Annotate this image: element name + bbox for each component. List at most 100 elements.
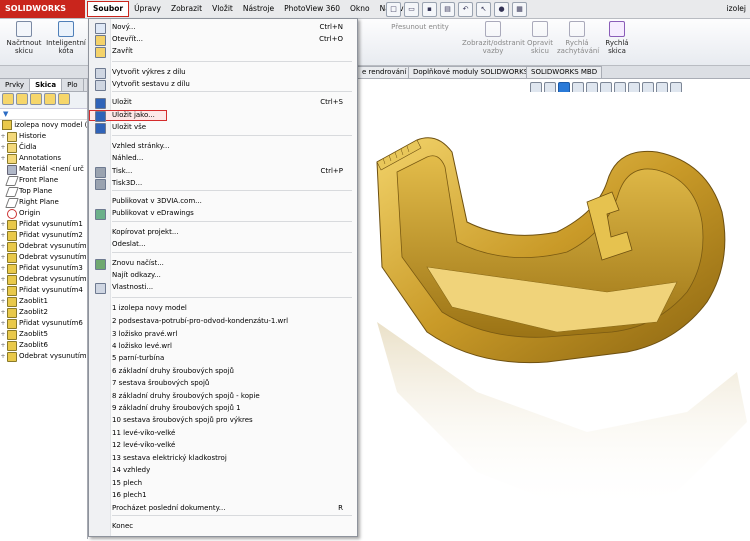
menu-nastroje[interactable]: Nástroje [238, 0, 279, 18]
tree-item[interactable]: Right Plane [0, 197, 87, 208]
tree-item[interactable]: + Čidla [0, 142, 87, 153]
file-menu-item[interactable]: Vlastnosti... [89, 282, 357, 294]
file-menu-item[interactable]: Uložit vše [89, 122, 357, 134]
expand-icon[interactable]: + [0, 252, 6, 263]
tab-features[interactable]: Prvky [0, 79, 31, 91]
tab-addins[interactable]: Doplňkové moduly SOLIDWORKS [408, 66, 534, 78]
tree-item[interactable]: + Zaoblit1 [0, 296, 87, 307]
file-menu-item[interactable]: Uložit Ctrl+S [89, 97, 357, 109]
expand-icon[interactable]: + [0, 340, 6, 351]
print-icon[interactable]: ▤ [440, 2, 455, 17]
expand-icon[interactable]: + [0, 219, 6, 230]
smart-dimension-button[interactable]: Inteligentní kóta [46, 21, 86, 55]
menu-okno[interactable]: Okno [345, 0, 375, 18]
file-menu-item[interactable]: Tisk3D... [89, 178, 357, 190]
expand-icon[interactable]: + [0, 285, 6, 296]
expand-icon[interactable]: + [0, 296, 6, 307]
expand-icon[interactable]: + [0, 351, 6, 362]
file-menu-item[interactable]: Náhled... [89, 153, 357, 164]
tree-item[interactable]: + Odebrat vysunutím [0, 241, 87, 252]
file-menu-item[interactable]: 3 ložisko pravé.wrl [89, 329, 357, 340]
tree-item[interactable]: Front Plane [0, 175, 87, 186]
dimxpert-icon[interactable] [44, 93, 56, 105]
menu-soubor[interactable]: Soubor [87, 1, 130, 17]
tree-item[interactable]: + Zaoblit5 [0, 329, 87, 340]
file-menu-item[interactable]: Vytvořit sestavu z dílu [89, 79, 357, 91]
file-menu-item[interactable]: Tisk... Ctrl+P [89, 166, 357, 178]
file-menu-item[interactable]: Zavřít [89, 46, 357, 58]
file-menu-item[interactable]: Publikovat v 3DVIA.com... [89, 196, 357, 207]
traffic-light-icon[interactable]: ● [494, 2, 509, 17]
tab-surfaces[interactable]: Plo [62, 79, 84, 91]
save-icon[interactable]: ▪ [422, 2, 437, 17]
expand-icon[interactable]: + [0, 263, 6, 274]
tree-root[interactable]: izolepa novy model ( [0, 120, 87, 131]
file-menu-item[interactable]: 11 levé-víko-velké [89, 428, 357, 439]
expand-icon[interactable]: + [0, 153, 6, 164]
file-menu-item[interactable]: Konec [89, 521, 357, 532]
tree-item[interactable]: + Odebrat vysunutím [0, 274, 87, 285]
expand-icon[interactable]: + [0, 230, 6, 241]
file-menu-item[interactable]: 7 sestava šroubových spojů [89, 378, 357, 389]
new-icon[interactable]: □ [386, 2, 401, 17]
feature-tree-icon[interactable] [2, 93, 14, 105]
options-icon[interactable]: ▦ [512, 2, 527, 17]
menu-upravy[interactable]: Úpravy [129, 0, 166, 18]
display-manager-icon[interactable] [58, 93, 70, 105]
save-as-menu-item[interactable]: Uložit jako... [89, 110, 167, 122]
expand-icon[interactable]: + [0, 307, 6, 318]
file-menu-item[interactable]: 16 plech1 [89, 490, 357, 501]
menu-zobrazit[interactable]: Zobrazit [166, 0, 207, 18]
expand-icon[interactable]: + [0, 318, 6, 329]
file-menu-item[interactable]: Znovu načíst... [89, 258, 357, 270]
file-menu-item[interactable]: 15 plech [89, 478, 357, 489]
file-menu-item[interactable]: Najít odkazy... [89, 270, 357, 281]
tree-item[interactable]: Materiál <není urč [0, 164, 87, 175]
tree-item[interactable]: + Odebrat vysunutím [0, 351, 87, 362]
file-menu-item[interactable]: Odeslat... [89, 239, 357, 250]
file-menu-item[interactable]: Vzhled stránky... [89, 141, 357, 152]
tree-item[interactable]: + Zaoblit2 [0, 307, 87, 318]
tree-item[interactable]: + Zaoblit6 [0, 340, 87, 351]
file-menu-item[interactable]: 8 základní druhy šroubových spojů - kopi… [89, 391, 357, 402]
select-icon[interactable]: ↖ [476, 2, 491, 17]
filter-icon[interactable]: ▼ [0, 109, 87, 120]
tree-item[interactable]: + Odebrat vysunutím [0, 252, 87, 263]
menu-vlozit[interactable]: Vložit [207, 0, 238, 18]
file-menu-item[interactable]: 12 levé-víko-velké [89, 440, 357, 451]
tree-item[interactable]: + Přidat vysunutím6 [0, 318, 87, 329]
tree-item[interactable]: + Přidat vysunutím2 [0, 230, 87, 241]
tree-item[interactable]: Origin [0, 208, 87, 219]
tree-item[interactable]: + Přidat vysunutím4 [0, 285, 87, 296]
show-hide-relations-button[interactable]: Zobrazit/odstranit vazby [462, 21, 525, 55]
file-menu-item[interactable]: 9 základní druhy šroubových spojů 1 [89, 403, 357, 414]
tree-item[interactable]: + Historie [0, 131, 87, 142]
undo-icon[interactable]: ↶ [458, 2, 473, 17]
file-menu-item[interactable]: 5 parní-turbína [89, 353, 357, 364]
file-menu-item[interactable]: Vytvořit výkres z dílu [89, 67, 357, 79]
file-menu-item[interactable]: 2 podsestava-potrubí-pro-odvod-kondenzát… [89, 316, 357, 327]
tab-rendering[interactable]: e rendrování [357, 66, 412, 78]
quick-snaps-button[interactable]: Rychlá zachytávání [557, 21, 599, 55]
rapid-sketch-button[interactable]: Rychlá skica [600, 21, 634, 55]
file-menu-item[interactable]: Kopírovat projekt... [89, 227, 357, 238]
tree-item[interactable]: + Přidat vysunutím3 [0, 263, 87, 274]
file-menu-item[interactable]: Nový... Ctrl+N [89, 22, 357, 34]
file-menu-item[interactable]: Otevřít... Ctrl+O [89, 34, 357, 46]
repair-sketch-button[interactable]: Opravit skicu [526, 21, 554, 55]
file-menu-item[interactable]: 4 ložisko levé.wrl [89, 341, 357, 352]
tab-sketch[interactable]: Skica [30, 79, 63, 91]
file-menu-item[interactable]: Procházet poslední dokumenty... R [89, 503, 357, 514]
tab-mbd[interactable]: SOLIDWORKS MBD [526, 66, 603, 78]
file-menu-item[interactable]: 6 základní druhy šroubových spojů [89, 366, 357, 377]
expand-icon[interactable]: + [0, 131, 6, 142]
expand-icon[interactable]: + [0, 274, 6, 285]
open-icon[interactable]: ▭ [404, 2, 419, 17]
file-menu-item[interactable]: 14 vzhledy [89, 465, 357, 476]
menu-photoview[interactable]: PhotoView 360 [279, 0, 345, 18]
file-menu-item[interactable]: 13 sestava elektrický kladkostroj [89, 453, 357, 464]
tree-item[interactable]: + Přidat vysunutím1 [0, 219, 87, 230]
expand-icon[interactable]: + [0, 329, 6, 340]
tree-item[interactable]: Top Plane [0, 186, 87, 197]
file-menu-item[interactable]: 10 sestava šroubových spojů pro výkres [89, 415, 357, 426]
